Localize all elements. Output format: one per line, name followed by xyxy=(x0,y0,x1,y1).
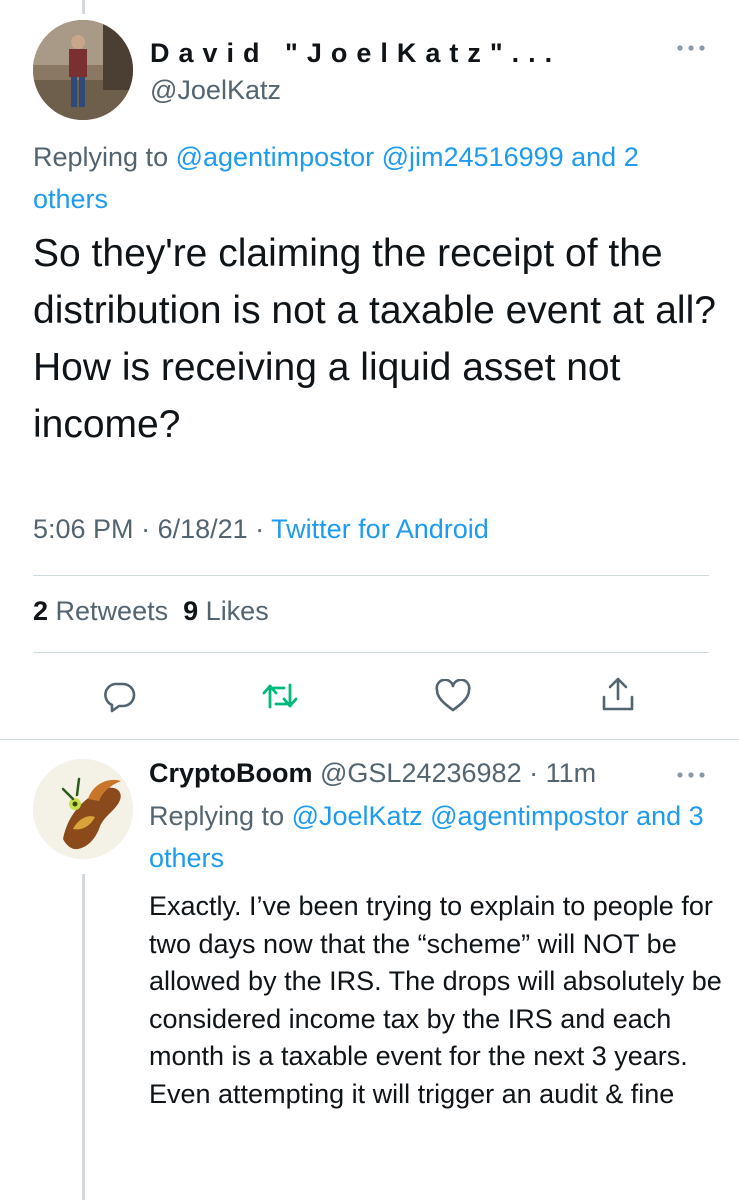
user-handle[interactable]: @GSL24236982 xyxy=(320,758,522,788)
user-handle[interactable]: @JoelKatz xyxy=(150,75,281,106)
display-name[interactable]: David "JoelKatz"... xyxy=(150,38,561,69)
likes-stat[interactable]: 9 Likes xyxy=(183,596,269,626)
tweet-time[interactable]: 5:06 PM xyxy=(33,514,134,544)
retweet-icon xyxy=(262,683,298,709)
like-label: Likes xyxy=(205,596,269,626)
tweet-date[interactable]: 6/18/21 xyxy=(158,514,248,544)
reply-header: CryptoBoom @GSL24236982 · 11m xyxy=(149,758,596,789)
tweet-age[interactable]: 11m xyxy=(546,758,597,788)
tweet-separator xyxy=(0,739,739,740)
display-name[interactable]: CryptoBoom xyxy=(149,758,313,788)
heart-icon xyxy=(435,679,471,712)
more-dots-icon[interactable] xyxy=(675,765,707,785)
divider xyxy=(33,575,709,576)
replying-prefix: Replying to xyxy=(33,142,169,172)
reply-icon xyxy=(104,682,136,713)
share-button[interactable] xyxy=(598,674,638,714)
avatar[interactable] xyxy=(33,20,133,120)
retweet-count: 2 xyxy=(33,596,49,626)
replying-to: Replying to @agentimpostor @jim24516999 … xyxy=(33,136,713,220)
thread-line xyxy=(82,874,85,1200)
tweet-source[interactable]: Twitter for Android xyxy=(271,514,489,544)
tweet-text: So they're claiming the receipt of the d… xyxy=(33,232,716,446)
more-dots-icon[interactable] xyxy=(675,38,707,58)
retweet-button[interactable] xyxy=(260,676,300,716)
replying-prefix: Replying to xyxy=(149,801,285,831)
divider xyxy=(33,652,709,653)
avatar[interactable] xyxy=(33,759,133,859)
tweet-meta: 5:06 PM · 6/18/21 · Twitter for Android xyxy=(33,514,489,544)
replying-to: Replying to @JoelKatz @agentimpostor and… xyxy=(149,795,719,879)
avatar-image xyxy=(33,20,133,120)
retweet-label: Retweets xyxy=(55,596,169,626)
retweets-stat[interactable]: 2 Retweets xyxy=(33,596,168,626)
thread-line-top xyxy=(82,0,85,14)
reply-button[interactable] xyxy=(99,676,139,716)
phoenix-avatar-image xyxy=(33,759,133,859)
engagement-stats: 2 Retweets 9 Likes xyxy=(33,596,269,627)
dot-separator: · xyxy=(521,758,546,788)
like-count: 9 xyxy=(183,596,199,626)
share-icon xyxy=(602,677,634,711)
like-button[interactable] xyxy=(433,676,473,716)
tweet-text: Exactly. I’ve been trying to explain to … xyxy=(149,891,722,1109)
